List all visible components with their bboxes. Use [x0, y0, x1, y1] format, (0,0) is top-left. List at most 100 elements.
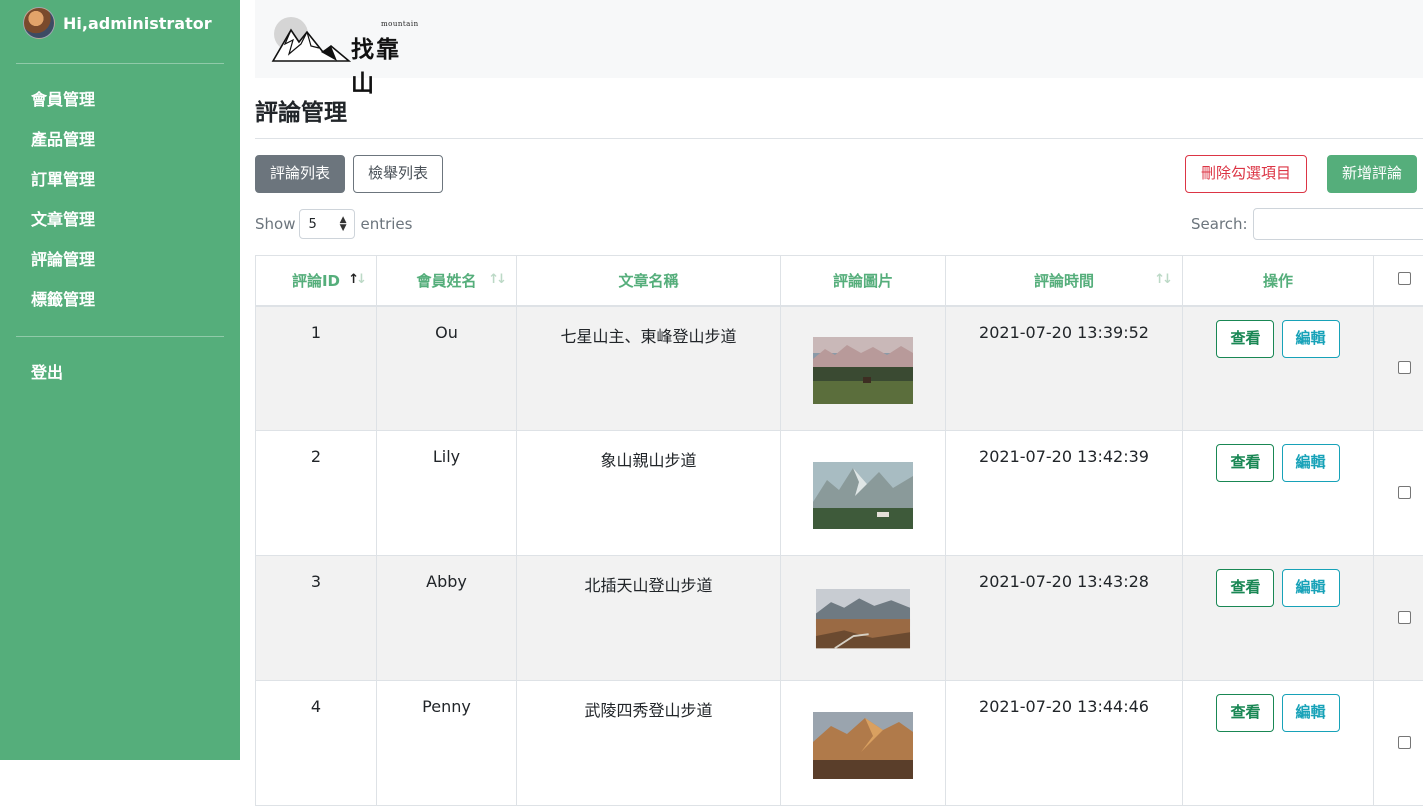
- column-header-label: 評論圖片: [833, 272, 893, 290]
- cell-image: [781, 431, 946, 556]
- sort-icon: ↑↓: [488, 272, 504, 287]
- sidebar-item-articles[interactable]: 文章管理: [0, 200, 240, 240]
- tab-report-list[interactable]: 檢舉列表: [353, 155, 443, 193]
- row-checkbox[interactable]: [1398, 361, 1411, 374]
- cell-id: 4: [256, 681, 377, 806]
- sidebar: Hi,administrator 會員管理 產品管理 訂單管理 文章管理 評論管…: [0, 0, 240, 760]
- table-row: 2 Lily 象山親山步道 2021-07-20 13:42:39 查看 編輯: [256, 431, 1423, 556]
- cell-image: [781, 306, 946, 431]
- show-label: Show: [255, 215, 295, 233]
- sidebar-divider: [16, 63, 224, 64]
- sidebar-item-comments[interactable]: 評論管理: [0, 240, 240, 280]
- view-button[interactable]: 查看: [1216, 320, 1274, 358]
- select-all-checkbox[interactable]: [1398, 272, 1411, 285]
- sidebar-item-products[interactable]: 產品管理: [0, 120, 240, 160]
- add-comment-button[interactable]: 新增評論: [1327, 155, 1417, 193]
- page-title: 評論管理: [255, 93, 347, 127]
- select-arrows-icon: ▲▼: [340, 216, 347, 232]
- edit-button[interactable]: 編輯: [1282, 694, 1340, 732]
- cell-time: 2021-07-20 13:42:39: [946, 431, 1183, 556]
- view-button[interactable]: 查看: [1216, 444, 1274, 482]
- edit-button[interactable]: 編輯: [1282, 569, 1340, 607]
- column-header-label: 會員姓名: [416, 272, 476, 290]
- column-header-id[interactable]: 評論ID ↑↓: [256, 256, 377, 306]
- column-header-label: 操作: [1263, 272, 1293, 290]
- cell-member: Lily: [377, 431, 517, 556]
- table-row: 4 Penny 武陵四秀登山步道 2021-07-20 13:44:46 查看 …: [256, 681, 1423, 806]
- cell-member: Ou: [377, 306, 517, 431]
- tab-comment-list[interactable]: 評論列表: [255, 155, 345, 193]
- view-button[interactable]: 查看: [1216, 569, 1274, 607]
- column-header-member[interactable]: 會員姓名 ↑↓: [377, 256, 517, 306]
- entries-label: entries: [360, 215, 412, 233]
- cell-article: 象山親山步道: [517, 431, 781, 556]
- delete-selected-button[interactable]: 刪除勾選項目: [1185, 155, 1307, 193]
- user-greeting: Hi,administrator: [63, 14, 212, 33]
- page-length-select[interactable]: 5 ▲▼: [299, 209, 355, 239]
- cell-select: [1374, 681, 1423, 806]
- logo-text: 找靠山: [351, 30, 421, 98]
- cell-select: [1374, 306, 1423, 431]
- sidebar-item-members[interactable]: 會員管理: [0, 80, 240, 120]
- cell-actions: 查看 編輯: [1183, 681, 1374, 806]
- column-header-actions: 操作: [1183, 256, 1374, 306]
- cell-id: 3: [256, 556, 377, 681]
- column-header-article: 文章名稱: [517, 256, 781, 306]
- cell-time: 2021-07-20 13:43:28: [946, 556, 1183, 681]
- view-button[interactable]: 查看: [1216, 694, 1274, 732]
- avatar: [23, 7, 55, 39]
- row-checkbox[interactable]: [1398, 736, 1411, 749]
- column-header-label: 評論時間: [1034, 272, 1094, 290]
- header-bar: mountain 找靠山: [255, 0, 1423, 78]
- edit-button[interactable]: 編輯: [1282, 444, 1340, 482]
- sidebar-item-tags[interactable]: 標籤管理: [0, 280, 240, 320]
- table-row: 1 Ou 七星山主、東峰登山步道 2021-07-20 13:39:52 查看 …: [256, 306, 1423, 431]
- edit-button[interactable]: 編輯: [1282, 320, 1340, 358]
- column-header-select-all: [1374, 256, 1423, 306]
- cell-member: Penny: [377, 681, 517, 806]
- mountain-logo-icon: [271, 14, 351, 66]
- search-label: Search:: [1191, 215, 1248, 233]
- sort-icon: ↑↓: [1154, 272, 1170, 287]
- cell-id: 1: [256, 306, 377, 431]
- user-profile[interactable]: Hi,administrator: [23, 7, 212, 39]
- site-logo[interactable]: mountain 找靠山: [271, 14, 421, 66]
- column-header-time[interactable]: 評論時間 ↑↓: [946, 256, 1183, 306]
- table-header-row: 評論ID ↑↓ 會員姓名 ↑↓ 文章名稱 評論圖片 評論時間 ↑↓ 操作: [256, 256, 1423, 306]
- cell-actions: 查看 編輯: [1183, 556, 1374, 681]
- column-header-label: 評論ID: [292, 272, 340, 290]
- comments-table: 評論ID ↑↓ 會員姓名 ↑↓ 文章名稱 評論圖片 評論時間 ↑↓ 操作 1 O…: [255, 255, 1423, 806]
- comment-thumbnail[interactable]: [813, 712, 913, 779]
- cell-actions: 查看 編輯: [1183, 431, 1374, 556]
- cell-article: 武陵四秀登山步道: [517, 681, 781, 806]
- column-header-image: 評論圖片: [781, 256, 946, 306]
- comment-thumbnail[interactable]: [813, 337, 913, 404]
- comment-thumbnail[interactable]: [813, 462, 913, 529]
- cell-actions: 查看 編輯: [1183, 306, 1374, 431]
- row-checkbox[interactable]: [1398, 486, 1411, 499]
- cell-image: [781, 556, 946, 681]
- table-row: 3 Abby 北插天山登山步道 2021-07-20 13:43:28 查看 編…: [256, 556, 1423, 681]
- cell-article: 北插天山登山步道: [517, 556, 781, 681]
- comment-thumbnail[interactable]: [813, 589, 913, 652]
- sidebar-nav: 會員管理 產品管理 訂單管理 文章管理 評論管理 標籤管理: [0, 80, 240, 320]
- cell-id: 2: [256, 431, 377, 556]
- cell-article: 七星山主、東峰登山步道: [517, 306, 781, 431]
- logout-link[interactable]: 登出: [31, 360, 63, 386]
- search-input[interactable]: [1253, 208, 1423, 240]
- cell-member: Abby: [377, 556, 517, 681]
- sort-ascending-icon: ↑↓: [348, 272, 364, 287]
- cell-image: [781, 681, 946, 806]
- column-header-label: 文章名稱: [618, 272, 678, 290]
- page-length-value: 5: [308, 217, 316, 232]
- cell-time: 2021-07-20 13:39:52: [946, 306, 1183, 431]
- cell-time: 2021-07-20 13:44:46: [946, 681, 1183, 806]
- title-divider: [255, 138, 1423, 139]
- cell-select: [1374, 431, 1423, 556]
- page-length-control: Show 5 ▲▼ entries: [255, 209, 412, 239]
- cell-select: [1374, 556, 1423, 681]
- sidebar-item-orders[interactable]: 訂單管理: [0, 160, 240, 200]
- logo-subtext: mountain: [381, 20, 419, 28]
- sidebar-divider: [16, 336, 224, 337]
- row-checkbox[interactable]: [1398, 611, 1411, 624]
